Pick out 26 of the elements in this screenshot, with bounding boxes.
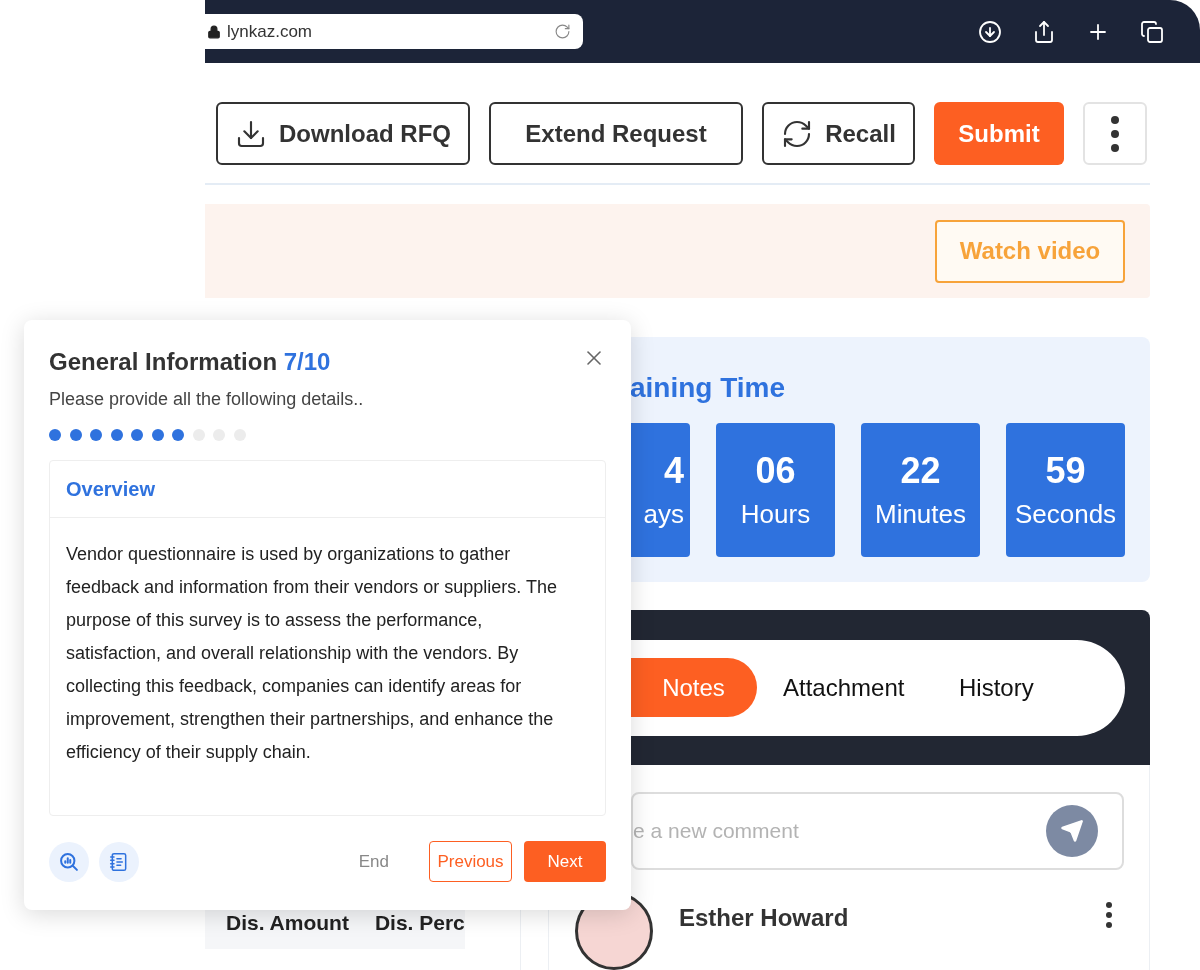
comment-field[interactable]: e a new comment [631, 792, 1124, 870]
column-header: Dis. Perc [374, 910, 465, 937]
countdown-label: Hours [740, 498, 811, 531]
extend-request-button[interactable]: Extend Request [489, 102, 743, 165]
comment-input[interactable]: e a new comment [633, 815, 1046, 847]
comment-author: Esther Howard [679, 903, 850, 933]
countdown-label: ays [643, 498, 684, 531]
section-title: Overview [50, 461, 605, 518]
dialog-title: General Information 7/10 [49, 347, 331, 377]
address-bar[interactable]: lynkaz.com [205, 14, 583, 49]
column-header: Dis. Amount [226, 910, 349, 937]
recall-button[interactable]: Recall [762, 102, 915, 165]
countdown-value: 59 [1045, 449, 1086, 493]
dialog-subtitle: Please provide all the following details.. [49, 388, 365, 411]
download-button[interactable]: Download RFQ [216, 102, 470, 165]
countdown-value: 4 [663, 449, 684, 493]
countdown-label: Seconds [1014, 498, 1117, 531]
countdown-value: 22 [900, 449, 941, 493]
countdown-label: Minutes [874, 498, 966, 531]
end-button[interactable]: End [358, 848, 389, 875]
tab[interactable]: History [959, 658, 1109, 717]
overview-text: Vendor questionnaire is used by organizations to gather feedback and information from their vendors or suppliers. The purpose of this survey is to assess the performance, satisfaction, and overall relationship with the vendors. By collecting this feedback, companies can identify areas for improvement, strengthen their partnerships, and enhance the efficiency of their supply chain. [65, 543, 558, 764]
url-text: lynkaz.com [227, 20, 314, 43]
tab[interactable]: Attachment [783, 658, 933, 717]
countdown-value: 06 [755, 449, 796, 493]
timer-title: aining Time [630, 371, 787, 405]
